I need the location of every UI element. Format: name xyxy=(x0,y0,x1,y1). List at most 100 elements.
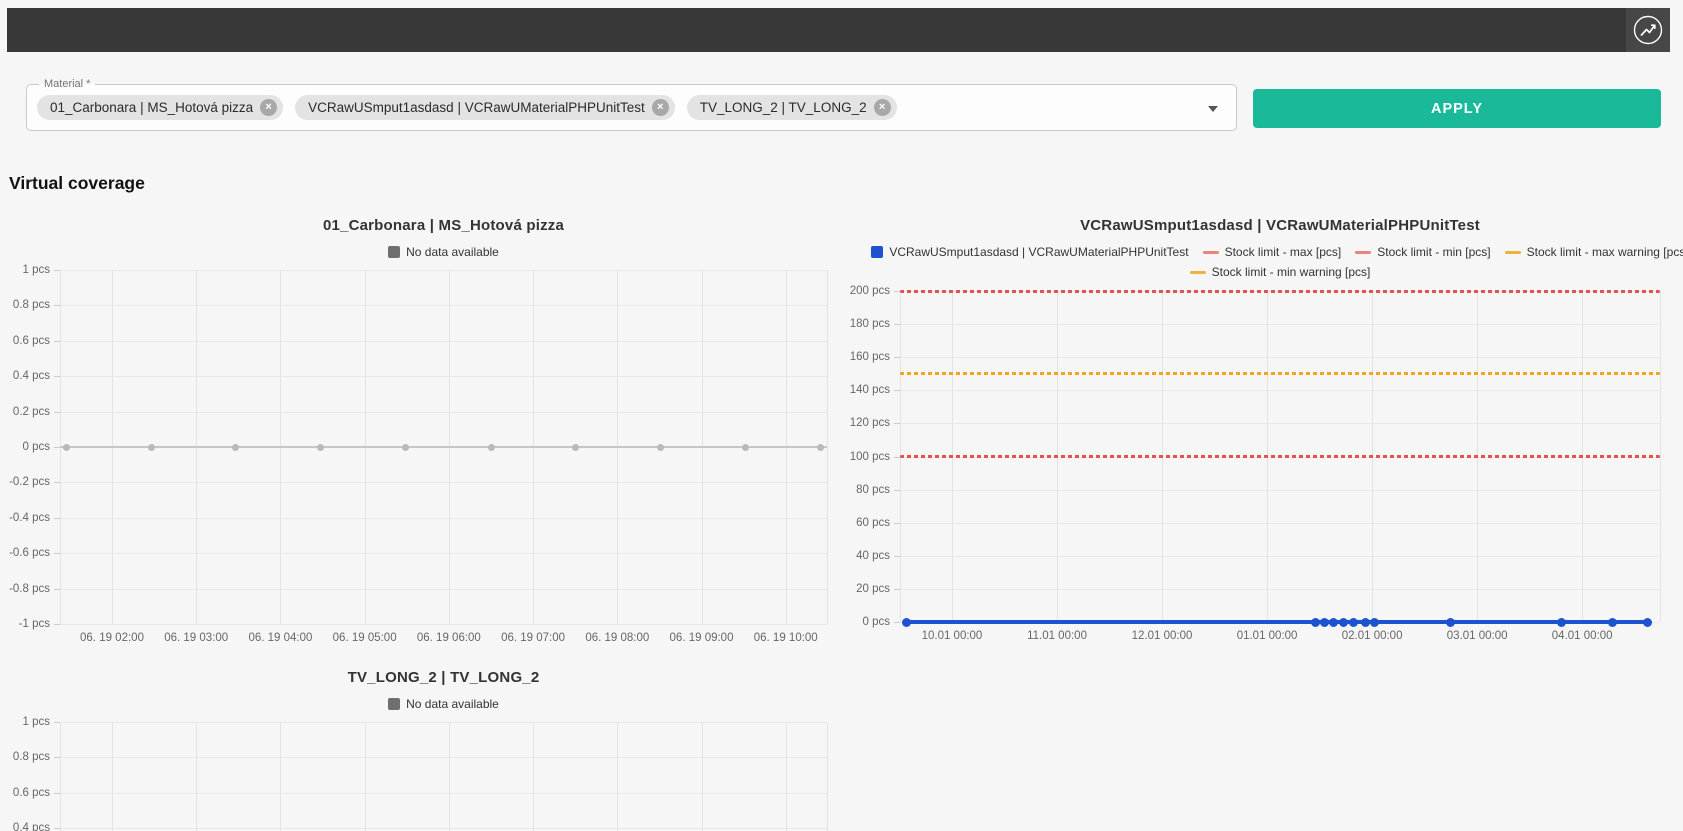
x-axis-label: 04.01 00:00 xyxy=(1527,630,1637,642)
y-axis-label: -0.4 pcs xyxy=(0,512,50,524)
chart-title: 01_Carbonara | MS_Hotová pizza xyxy=(60,217,827,234)
y-axis-label: -0.8 pcs xyxy=(0,583,50,595)
x-gridline xyxy=(112,722,113,831)
chart-vcraw: VCRawUSmput1asdasd | VCRawUMaterialPHPUn… xyxy=(843,200,1683,655)
legend-marker-icon xyxy=(871,246,883,258)
data-point-marker xyxy=(1370,618,1379,627)
y-gridline xyxy=(60,757,827,758)
y-gridline xyxy=(60,553,827,554)
plot-right-border xyxy=(827,270,828,624)
y-axis-label: 80 pcs xyxy=(843,484,890,496)
data-point-marker xyxy=(148,444,155,451)
chart-legend: VCRawUSmput1asdasd | VCRawUMaterialPHPUn… xyxy=(840,245,1683,279)
y-axis-label: 180 pcs xyxy=(843,318,890,330)
section-title: Virtual coverage xyxy=(9,173,145,194)
chart-legend: No data available xyxy=(0,697,887,711)
material-chip[interactable]: 01_Carbonara | MS_Hotová pizza× xyxy=(37,95,283,120)
y-axis-label: 0.8 pcs xyxy=(0,751,50,763)
limit-line xyxy=(900,455,1660,458)
legend-marker-icon xyxy=(1355,251,1371,254)
y-axis-label: 0.4 pcs xyxy=(0,370,50,382)
legend-label: Stock limit - max [pcs] xyxy=(1225,245,1342,259)
y-gridline xyxy=(60,376,827,377)
page: Material * 01_Carbonara | MS_Hotová pizz… xyxy=(0,0,1683,831)
y-axis-label: 120 pcs xyxy=(843,417,890,429)
y-gridline xyxy=(60,482,827,483)
y-gridline xyxy=(60,305,827,306)
legend-marker-icon xyxy=(388,698,400,710)
y-gridline xyxy=(60,518,827,519)
y-axis-label: 0.2 pcs xyxy=(0,406,50,418)
legend-label: No data available xyxy=(406,697,499,711)
data-point-marker xyxy=(63,444,70,451)
chart-tvlong: TV_LONG_2 | TV_LONG_2No data available1 … xyxy=(0,652,843,831)
y-axis-label: 0.6 pcs xyxy=(0,335,50,347)
chip-remove-icon[interactable]: × xyxy=(260,99,277,116)
legend-item[interactable]: Stock limit - min warning [pcs] xyxy=(1190,265,1371,279)
legend-marker-icon xyxy=(388,246,400,258)
x-gridline xyxy=(196,722,197,831)
y-gridline xyxy=(900,589,1660,590)
y-axis-tick xyxy=(54,624,60,625)
material-chip[interactable]: VCRawUSmput1asdasd | VCRawUMaterialPHPUn… xyxy=(295,95,675,120)
x-gridline xyxy=(786,722,787,831)
chart-title: TV_LONG_2 | TV_LONG_2 xyxy=(60,669,827,686)
apply-button[interactable]: APPLY xyxy=(1253,89,1661,128)
material-chip-list: 01_Carbonara | MS_Hotová pizza× VCRawUSmp… xyxy=(37,95,897,120)
series-line xyxy=(906,620,1648,624)
data-point-marker xyxy=(1608,618,1617,627)
legend-item[interactable]: Stock limit - max [pcs] xyxy=(1203,245,1342,259)
y-axis-label: 0.6 pcs xyxy=(0,787,50,799)
chip-remove-icon[interactable]: × xyxy=(652,99,669,116)
y-axis-label: 20 pcs xyxy=(843,583,890,595)
legend-label: VCRawUSmput1asdasd | VCRawUMaterialPHPUn… xyxy=(889,245,1188,259)
material-chip[interactable]: TV_LONG_2 | TV_LONG_2× xyxy=(687,95,897,120)
x-axis-label: 10.01 00:00 xyxy=(897,630,1007,642)
limit-line xyxy=(900,290,1660,293)
data-point-marker xyxy=(1339,618,1348,627)
y-axis-label: 0.8 pcs xyxy=(0,299,50,311)
y-gridline xyxy=(60,341,827,342)
x-axis-label: 11.01 00:00 xyxy=(1002,630,1112,642)
chip-remove-icon[interactable]: × xyxy=(874,99,891,116)
legend-item: No data available xyxy=(388,245,499,259)
legend-item[interactable]: Stock limit - max warning [pcs] xyxy=(1505,245,1683,259)
x-axis-label: 03.01 00:00 xyxy=(1422,630,1532,642)
legend-item: No data available xyxy=(388,697,499,711)
legend-marker-icon xyxy=(1190,271,1206,274)
x-axis-label: 12.01 00:00 xyxy=(1107,630,1217,642)
y-gridline xyxy=(900,423,1660,424)
legend-label: Stock limit - min [pcs] xyxy=(1377,245,1490,259)
line-chart-icon xyxy=(1633,15,1663,45)
chart-view-button[interactable] xyxy=(1626,8,1670,52)
y-axis-label: 40 pcs xyxy=(843,550,890,562)
y-gridline xyxy=(900,324,1660,325)
material-chip-label: VCRawUSmput1asdasd | VCRawUMaterialPHPUn… xyxy=(308,100,645,115)
data-point-marker xyxy=(742,444,749,451)
y-axis-tick xyxy=(894,622,900,623)
x-axis-label: 06. 19 10:00 xyxy=(731,632,841,644)
y-gridline xyxy=(60,624,827,625)
chart-carbonara: 01_Carbonara | MS_Hotová pizza No data av… xyxy=(0,200,843,655)
y-gridline xyxy=(900,523,1660,524)
legend-item[interactable]: VCRawUSmput1asdasd | VCRawUMaterialPHPUn… xyxy=(871,245,1188,259)
x-gridline xyxy=(365,722,366,831)
dropdown-arrow-icon[interactable] xyxy=(1208,106,1218,112)
data-point-marker xyxy=(1311,618,1320,627)
x-gridline xyxy=(280,722,281,831)
legend-item[interactable]: Stock limit - min [pcs] xyxy=(1355,245,1490,259)
y-gridline xyxy=(900,490,1660,491)
x-axis-label: 02.01 00:00 xyxy=(1317,630,1427,642)
material-select-field[interactable]: Material * 01_Carbonara | MS_Hotová pizz… xyxy=(26,84,1237,131)
plot-right-border xyxy=(1660,291,1661,622)
y-axis-label: 1 pcs xyxy=(0,264,50,276)
y-gridline xyxy=(900,556,1660,557)
y-axis-label: 0.4 pcs xyxy=(0,822,50,831)
material-field-label: Material * xyxy=(39,78,95,91)
y-gridline xyxy=(60,589,827,590)
y-axis-label: 200 pcs xyxy=(843,285,890,297)
y-gridline xyxy=(60,412,827,413)
data-point-marker xyxy=(1557,618,1566,627)
x-gridline xyxy=(533,722,534,831)
y-axis-label: 100 pcs xyxy=(843,451,890,463)
